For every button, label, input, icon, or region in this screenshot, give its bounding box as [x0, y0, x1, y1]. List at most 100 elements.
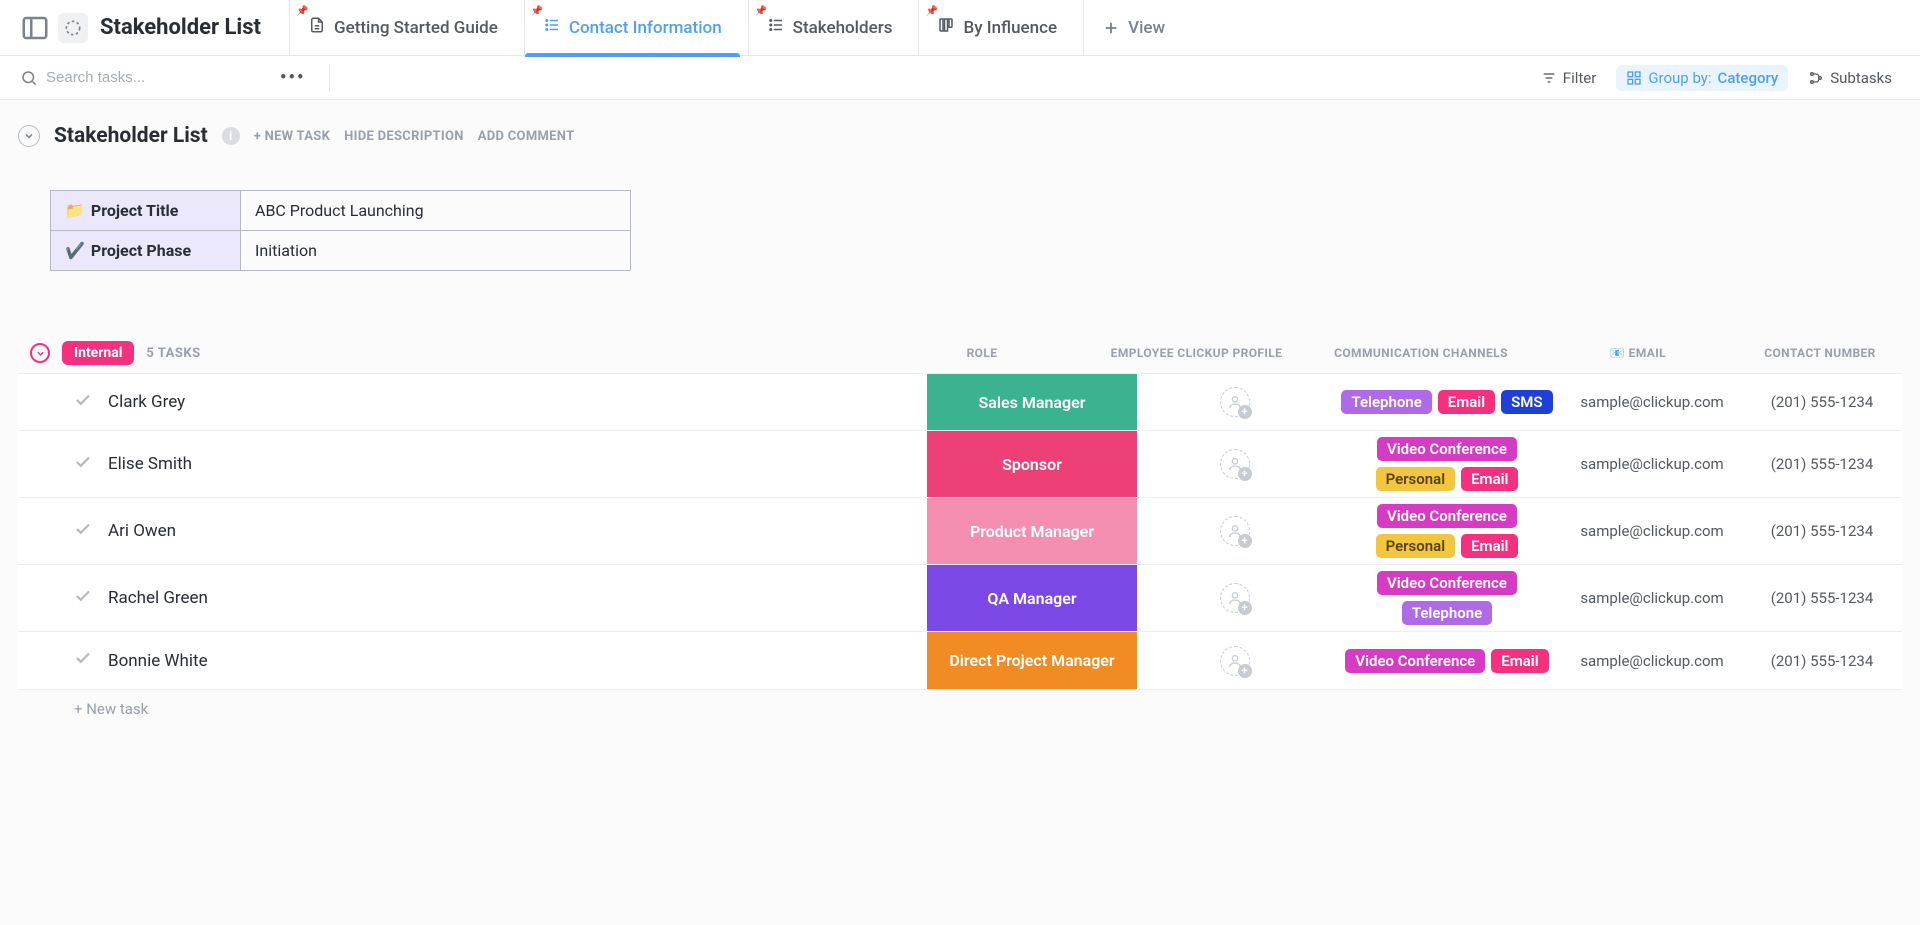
- contact-cell[interactable]: (201) 555-1234: [1742, 374, 1902, 430]
- channel-chip[interactable]: Telephone: [1402, 601, 1492, 625]
- channel-chip[interactable]: Email: [1491, 649, 1548, 673]
- search-icon: [20, 69, 38, 87]
- channel-chip[interactable]: Email: [1461, 534, 1518, 558]
- task-status-check[interactable]: [74, 587, 92, 610]
- collapse-list-button[interactable]: [18, 125, 40, 147]
- task-name[interactable]: Clark Grey: [108, 392, 927, 412]
- toggle-sidebar-button[interactable]: [20, 13, 50, 43]
- channel-chip[interactable]: Email: [1438, 390, 1495, 414]
- check-icon: [74, 453, 92, 471]
- assign-profile-button[interactable]: +: [1220, 387, 1250, 417]
- add-view-button[interactable]: View: [1083, 0, 1183, 56]
- channel-chip[interactable]: Personal: [1376, 534, 1456, 558]
- assign-profile-button[interactable]: +: [1220, 583, 1250, 613]
- project-info-value[interactable]: ABC Product Launching: [241, 191, 631, 231]
- task-name[interactable]: Ari Owen: [108, 521, 927, 541]
- task-status-check[interactable]: [74, 520, 92, 543]
- task-status-check[interactable]: [74, 391, 92, 414]
- task-name[interactable]: Bonnie White: [108, 651, 927, 671]
- email-cell[interactable]: sample@clickup.com: [1562, 431, 1742, 497]
- table-row: Rachel GreenQA Manager + Video Conference T…: [18, 565, 1902, 632]
- new-task-inline-button[interactable]: + New task: [18, 690, 1902, 718]
- project-info-value[interactable]: Initiation: [241, 231, 631, 271]
- view-tab[interactable]: 📌By Influence: [918, 0, 1075, 56]
- profile-cell: +: [1137, 498, 1332, 564]
- search-input[interactable]: [46, 69, 206, 86]
- check-icon: [74, 520, 92, 538]
- column-header-profile[interactable]: EMPLOYEE CLICKUP PROFILE: [1099, 346, 1294, 360]
- task-name[interactable]: Elise Smith: [108, 454, 927, 474]
- view-tab-label: Stakeholders: [793, 18, 893, 38]
- task-name[interactable]: Rachel Green: [108, 588, 927, 608]
- channel-chip[interactable]: Video Conference: [1377, 571, 1517, 595]
- new-task-button[interactable]: + NEW TASK: [254, 129, 330, 144]
- assign-profile-button[interactable]: +: [1220, 449, 1250, 479]
- email-cell[interactable]: sample@clickup.com: [1562, 565, 1742, 631]
- plus-icon: +: [1238, 405, 1252, 419]
- subtasks-icon: [1808, 70, 1824, 86]
- profile-cell: +: [1137, 632, 1332, 689]
- view-tab[interactable]: 📌Getting Started Guide: [289, 0, 516, 56]
- toolbar-divider: [329, 64, 330, 92]
- column-header-contact[interactable]: CONTACT NUMBER: [1740, 346, 1900, 360]
- task-status-check[interactable]: [74, 649, 92, 672]
- channel-chip[interactable]: Email: [1461, 467, 1518, 491]
- role-cell[interactable]: QA Manager: [927, 565, 1137, 631]
- add-comment-button[interactable]: ADD COMMENT: [478, 129, 575, 144]
- list-title: Stakeholder List: [54, 124, 208, 148]
- role-cell[interactable]: Direct Project Manager: [927, 632, 1137, 689]
- assign-profile-button[interactable]: +: [1220, 516, 1250, 546]
- view-tab[interactable]: 📌Contact Information: [524, 0, 740, 56]
- project-info-table: 📁Project TitleABC Product Launching✔️Pro…: [50, 190, 631, 271]
- task-status-check[interactable]: [74, 453, 92, 476]
- channel-chip[interactable]: Video Conference: [1345, 649, 1485, 673]
- email-cell[interactable]: sample@clickup.com: [1562, 632, 1742, 689]
- contact-cell[interactable]: (201) 555-1234: [1742, 632, 1902, 689]
- project-info-key: 📁Project Title: [51, 191, 241, 231]
- role-cell[interactable]: Sales Manager: [927, 374, 1137, 430]
- more-options-button[interactable]: •••: [272, 67, 313, 88]
- channel-chip[interactable]: Video Conference: [1377, 504, 1517, 528]
- channel-chip[interactable]: Personal: [1376, 467, 1456, 491]
- channels-cell: Video Conference Telephone: [1332, 565, 1562, 631]
- profile-cell: +: [1137, 374, 1332, 430]
- email-cell[interactable]: sample@clickup.com: [1562, 374, 1742, 430]
- role-cell[interactable]: Sponsor: [927, 431, 1137, 497]
- contact-cell[interactable]: (201) 555-1234: [1742, 431, 1902, 497]
- column-header-email[interactable]: 📧 EMAIL: [1548, 346, 1728, 360]
- chevron-down-icon: [23, 130, 35, 142]
- group-task-count: 5 TASKS: [146, 346, 200, 361]
- channel-chip[interactable]: SMS: [1501, 390, 1552, 414]
- check-icon: [74, 649, 92, 667]
- main-content: Stakeholder List i + NEW TASK HIDE DESCR…: [0, 100, 1920, 925]
- pin-icon: 📌: [925, 6, 937, 17]
- group-badge[interactable]: Internal: [62, 341, 134, 365]
- view-tab[interactable]: 📌Stakeholders: [748, 0, 911, 56]
- check-icon: [74, 587, 92, 605]
- subtasks-button[interactable]: Subtasks: [1800, 65, 1900, 91]
- page-title: Stakeholder List: [100, 15, 261, 40]
- table-row: Clark GreySales Manager + Telephone EmailSM…: [18, 373, 1902, 431]
- assign-profile-button[interactable]: +: [1220, 646, 1250, 676]
- group-header: Internal 5 TASKS ROLE EMPLOYEE CLICKUP P…: [18, 341, 1902, 373]
- toolbar: ••• Filter Group by: Category Subtasks: [0, 56, 1920, 100]
- board-icon: [937, 16, 955, 39]
- column-header-role[interactable]: ROLE: [877, 346, 1087, 360]
- filter-button[interactable]: Filter: [1533, 65, 1605, 91]
- info-icon[interactable]: i: [222, 127, 240, 145]
- channel-chip[interactable]: Telephone: [1341, 390, 1431, 414]
- role-cell[interactable]: Product Manager: [927, 498, 1137, 564]
- list-glyph-icon[interactable]: [58, 13, 88, 43]
- channel-chip[interactable]: Video Conference: [1377, 437, 1517, 461]
- email-cell[interactable]: sample@clickup.com: [1562, 498, 1742, 564]
- contact-cell[interactable]: (201) 555-1234: [1742, 565, 1902, 631]
- add-view-label: View: [1128, 18, 1165, 38]
- group-by-button[interactable]: Group by: Category: [1616, 65, 1788, 91]
- column-header-channels[interactable]: COMMUNICATION CHANNELS: [1306, 346, 1536, 360]
- contact-cell[interactable]: (201) 555-1234: [1742, 498, 1902, 564]
- plus-icon: +: [1238, 601, 1252, 615]
- hide-description-button[interactable]: HIDE DESCRIPTION: [344, 129, 464, 144]
- collapse-group-button[interactable]: [30, 343, 50, 363]
- project-info-key: ✔️Project Phase: [51, 231, 241, 271]
- check-icon: [74, 391, 92, 409]
